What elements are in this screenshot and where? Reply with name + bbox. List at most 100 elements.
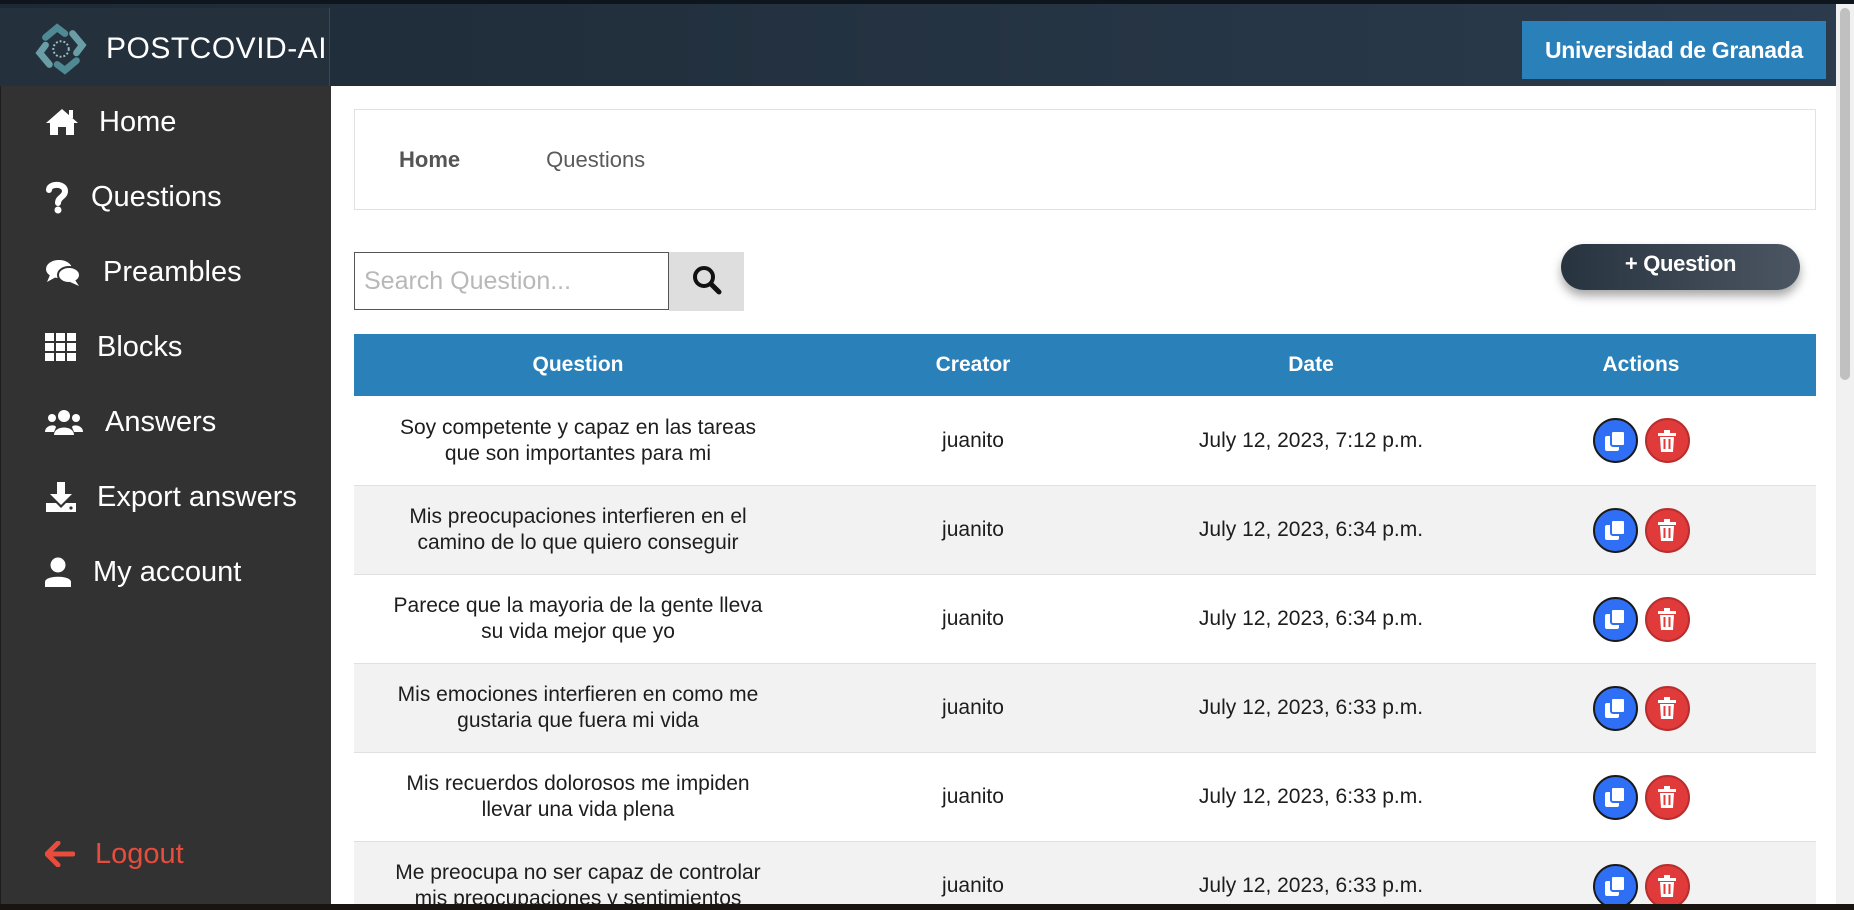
actions-cell xyxy=(1478,774,1816,820)
user-icon xyxy=(45,557,71,587)
scrollbar-thumb[interactable] xyxy=(1840,8,1850,380)
sidebar-item-my-account[interactable]: My account xyxy=(45,547,241,597)
table-row: Soy competente y capaz en las tareas que… xyxy=(354,396,1816,486)
search-button[interactable] xyxy=(669,252,744,311)
sidebar-item-blocks[interactable]: Blocks xyxy=(45,322,182,372)
app-window: POSTCOVID-AI Universidad de Granada Home… xyxy=(0,0,1854,910)
date-cell: July 12, 2023, 6:34 p.m. xyxy=(1198,518,1424,541)
table-row: Mis recuerdos dolorosos me impiden lleva… xyxy=(354,753,1816,842)
delete-button[interactable] xyxy=(1644,774,1690,820)
question-icon xyxy=(45,180,69,214)
sidebar-item-label: Preambles xyxy=(103,255,242,288)
delete-button[interactable] xyxy=(1644,863,1690,909)
creator-cell: juanito xyxy=(942,696,1004,719)
column-header-question[interactable]: Question xyxy=(354,353,802,377)
question-cell: Parece que la mayoria de la gente lleva … xyxy=(393,594,763,643)
home-icon xyxy=(45,107,79,137)
logout-button[interactable]: Logout xyxy=(45,829,184,879)
column-header-creator[interactable]: Creator xyxy=(802,353,1144,377)
creator-cell: juanito xyxy=(942,518,1004,541)
comments-icon xyxy=(45,257,81,287)
column-header-actions: Actions xyxy=(1602,353,1680,376)
questions-table: Question Creator Date Actions Soy compet… xyxy=(354,334,1816,910)
sidebar-item-label: Export answers xyxy=(97,480,297,513)
duplicate-button[interactable] xyxy=(1592,685,1638,731)
breadcrumb-home[interactable]: Home xyxy=(399,147,460,173)
copy-icon xyxy=(1605,786,1626,807)
sidebar-item-export-answers[interactable]: Export answers xyxy=(45,472,297,522)
question-cell: Mis recuerdos dolorosos me impiden lleva… xyxy=(406,772,750,821)
creator-cell: juanito xyxy=(942,874,1004,897)
creator-cell: juanito xyxy=(942,428,1004,452)
vertical-scrollbar[interactable] xyxy=(1836,4,1854,910)
question-cell: Mis preocupaciones interfieren en el cam… xyxy=(409,505,747,554)
sidebar-item-label: My account xyxy=(93,555,242,588)
copy-icon xyxy=(1605,697,1626,718)
trash-icon xyxy=(1658,697,1676,719)
brand[interactable]: POSTCOVID-AI xyxy=(0,8,330,90)
search-icon xyxy=(692,265,722,298)
table-row: Mis emociones interfieren en como me gus… xyxy=(354,664,1816,753)
date-cell: July 12, 2023, 7:12 p.m. xyxy=(1198,428,1424,452)
add-question-button[interactable]: + Question xyxy=(1561,244,1800,290)
date-cell: July 12, 2023, 6:34 p.m. xyxy=(1198,607,1424,630)
logout-label: Logout xyxy=(95,837,184,870)
duplicate-button[interactable] xyxy=(1592,418,1638,463)
creator-cell: juanito xyxy=(942,607,1004,630)
university-button[interactable]: Universidad de Granada xyxy=(1522,21,1826,79)
creator-cell: juanito xyxy=(942,785,1004,808)
sidebar-item-preambles[interactable]: Preambles xyxy=(45,247,242,297)
duplicate-button[interactable] xyxy=(1592,863,1638,909)
search-input[interactable] xyxy=(354,252,669,310)
date-cell: July 12, 2023, 6:33 p.m. xyxy=(1198,785,1424,808)
duplicate-button[interactable] xyxy=(1592,507,1638,553)
delete-button[interactable] xyxy=(1644,596,1690,642)
grid-icon xyxy=(45,333,77,361)
copy-icon xyxy=(1605,608,1626,629)
trash-icon xyxy=(1658,608,1676,630)
actions-cell xyxy=(1478,863,1816,909)
desktop-strip xyxy=(0,904,1854,910)
delete-button[interactable] xyxy=(1644,685,1690,731)
trash-icon xyxy=(1658,519,1676,541)
copy-icon xyxy=(1605,875,1626,896)
sidebar: Home Questions Preambles Blocks Answers … xyxy=(0,86,331,910)
actions-cell xyxy=(1478,507,1816,553)
delete-button[interactable] xyxy=(1644,507,1690,553)
sidebar-item-label: Blocks xyxy=(97,330,183,363)
arrow-left-icon xyxy=(45,841,75,867)
sidebar-item-label: Answers xyxy=(105,405,217,438)
table-row: Me preocupa no ser capaz de controlar mi… xyxy=(354,842,1816,910)
actions-cell xyxy=(1478,685,1816,731)
copy-icon xyxy=(1605,429,1626,451)
brand-logo-icon xyxy=(35,23,87,75)
copy-icon xyxy=(1605,519,1626,540)
trash-icon xyxy=(1658,786,1676,808)
actions-cell xyxy=(1478,596,1816,642)
brand-name: POSTCOVID-AI xyxy=(106,32,328,65)
table-row: Parece que la mayoria de la gente lleva … xyxy=(354,575,1816,664)
question-cell: Mis emociones interfieren en como me gus… xyxy=(397,683,759,732)
search-bar xyxy=(354,252,744,311)
download-icon xyxy=(45,481,77,513)
duplicate-button[interactable] xyxy=(1592,774,1638,820)
trash-icon xyxy=(1658,875,1676,897)
table-row: Mis preocupaciones interfieren en el cam… xyxy=(354,486,1816,575)
duplicate-button[interactable] xyxy=(1592,596,1638,642)
main-content: Home Questions + Question Question Creat… xyxy=(331,86,1836,910)
column-header-date[interactable]: Date xyxy=(1144,353,1478,377)
top-bar: POSTCOVID-AI Universidad de Granada xyxy=(0,0,1854,90)
sidebar-item-questions[interactable]: Questions xyxy=(45,172,222,222)
delete-button[interactable] xyxy=(1644,418,1690,463)
question-cell: Soy competente y capaz en las tareas que… xyxy=(399,415,757,465)
breadcrumb-questions[interactable]: Questions xyxy=(546,147,645,173)
sidebar-item-label: Home xyxy=(99,105,177,138)
sidebar-item-answers[interactable]: Answers xyxy=(45,397,216,447)
date-cell: July 12, 2023, 6:33 p.m. xyxy=(1198,696,1424,719)
date-cell: July 12, 2023, 6:33 p.m. xyxy=(1198,874,1424,897)
sidebar-item-home[interactable]: Home xyxy=(45,97,176,147)
breadcrumb: Home Questions xyxy=(354,109,1816,210)
trash-icon xyxy=(1658,429,1676,452)
question-cell: Me preocupa no ser capaz de controlar mi… xyxy=(395,861,761,910)
actions-cell xyxy=(1478,418,1816,463)
